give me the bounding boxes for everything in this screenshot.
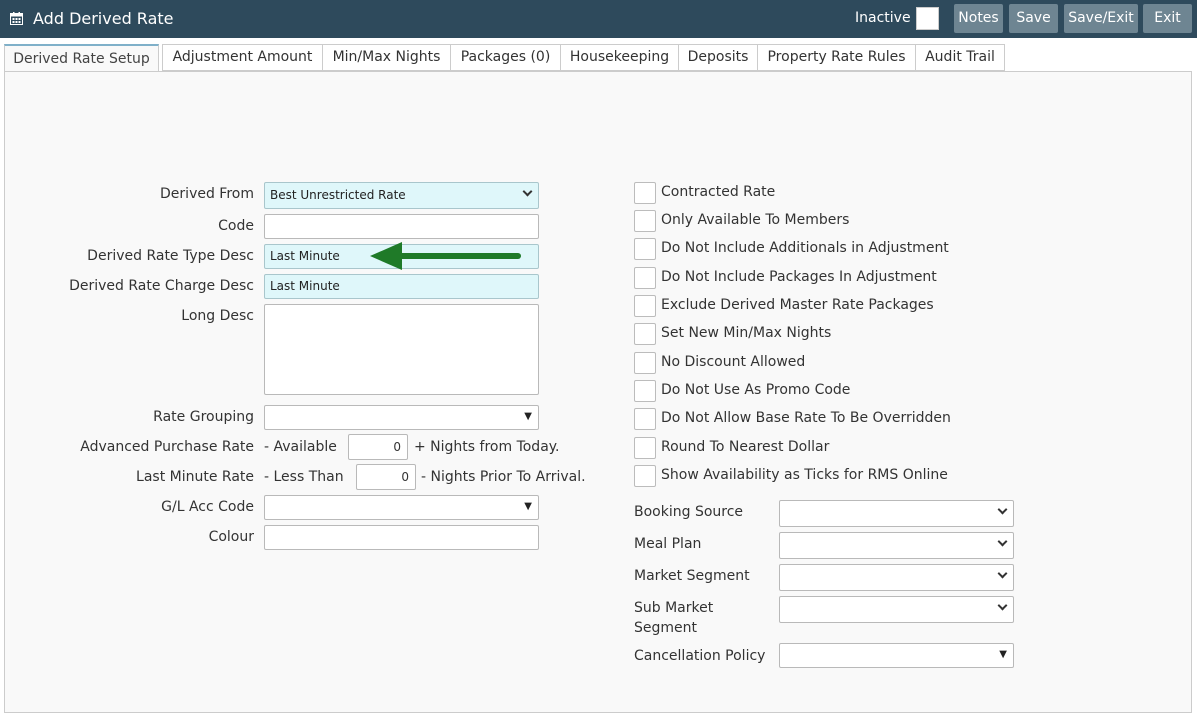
- dropdown-caret-icon: ▼: [524, 411, 532, 422]
- last-minute-suffix: - Nights Prior To Arrival.: [421, 469, 586, 485]
- exclude-master-packages-checkbox[interactable]: [634, 295, 656, 317]
- cancellation-label: Cancellation Policy: [634, 648, 766, 664]
- tab-derived-rate-setup[interactable]: Derived Rate Setup: [4, 44, 159, 73]
- chevron-down-icon: [997, 600, 1008, 611]
- no-discount-label: No Discount Allowed: [661, 354, 806, 370]
- meal-plan-label: Meal Plan: [634, 536, 702, 552]
- tab-packages[interactable]: Packages (0): [450, 44, 561, 71]
- exclude-packages-label: Do Not Include Packages In Adjustment: [661, 269, 937, 285]
- tab-bar: Derived Rate Setup Adjustment Amount Min…: [0, 38, 1197, 73]
- derived-from-value: Best Unrestricted Rate: [270, 188, 406, 202]
- members-only-checkbox[interactable]: [634, 210, 656, 232]
- market-segment-select[interactable]: [779, 564, 1014, 591]
- page-title: Add Derived Rate: [33, 9, 174, 28]
- members-only-label: Only Available To Members: [661, 212, 850, 228]
- tab-min-max-nights[interactable]: Min/Max Nights: [322, 44, 451, 71]
- exclude-additionals-label: Do Not Include Additionals in Adjustment: [661, 240, 949, 256]
- chevron-down-icon: [997, 536, 1008, 547]
- cancellation-policy-select[interactable]: ▼: [779, 643, 1014, 668]
- chevron-down-icon: [997, 568, 1008, 579]
- tab-audit-trail[interactable]: Audit Trail: [915, 44, 1005, 71]
- green-arrow-icon: [370, 242, 521, 270]
- gl-acc-select[interactable]: ▼: [264, 495, 539, 520]
- meal-plan-select[interactable]: [779, 532, 1014, 559]
- exclude-additionals-checkbox[interactable]: [634, 238, 656, 260]
- tab-property-rate-rules[interactable]: Property Rate Rules: [757, 44, 916, 71]
- adv-purchase-nights-input[interactable]: 0: [348, 434, 408, 460]
- save-exit-button[interactable]: Save/Exit: [1064, 4, 1138, 33]
- availability-ticks-label: Show Availability as Ticks for RMS Onlin…: [661, 467, 948, 483]
- sub-market-label-line2: Segment: [634, 620, 697, 636]
- dropdown-caret-icon: ▼: [999, 649, 1007, 660]
- no-override-checkbox[interactable]: [634, 408, 656, 430]
- charge-desc-input[interactable]: Last Minute: [264, 274, 539, 299]
- last-minute-prefix: - Less Than: [264, 469, 344, 485]
- no-promo-checkbox[interactable]: [634, 380, 656, 402]
- sub-market-label-line1: Sub Market: [634, 600, 714, 616]
- no-promo-label: Do Not Use As Promo Code: [661, 382, 851, 398]
- code-label: Code: [218, 218, 254, 234]
- market-segment-label: Market Segment: [634, 568, 750, 584]
- sub-market-segment-select[interactable]: [779, 596, 1014, 623]
- long-desc-textarea[interactable]: [264, 304, 539, 395]
- adv-purchase-label: Advanced Purchase Rate: [80, 439, 254, 455]
- save-button[interactable]: Save: [1009, 4, 1058, 33]
- no-override-label: Do Not Allow Base Rate To Be Overridden: [661, 410, 951, 426]
- booking-source-select[interactable]: [779, 500, 1014, 527]
- long-desc-label: Long Desc: [181, 308, 254, 324]
- inactive-checkbox[interactable]: [916, 7, 939, 30]
- derived-from-select[interactable]: Best Unrestricted Rate: [264, 182, 539, 209]
- chevron-down-icon: [997, 504, 1008, 515]
- tab-housekeeping[interactable]: Housekeeping: [560, 44, 679, 71]
- availability-ticks-checkbox[interactable]: [634, 465, 656, 487]
- inactive-label: Inactive: [855, 10, 911, 26]
- type-desc-label: Derived Rate Type Desc: [87, 248, 254, 264]
- derived-from-label: Derived From: [160, 186, 254, 202]
- no-discount-checkbox[interactable]: [634, 352, 656, 374]
- calendar-icon: [10, 12, 23, 25]
- rate-grouping-select[interactable]: ▼: [264, 405, 539, 430]
- exclude-packages-checkbox[interactable]: [634, 267, 656, 289]
- last-minute-nights-input[interactable]: 0: [356, 464, 416, 490]
- dropdown-caret-icon: ▼: [524, 501, 532, 512]
- colour-label: Colour: [208, 529, 254, 545]
- tab-deposits[interactable]: Deposits: [678, 44, 758, 71]
- exit-button[interactable]: Exit: [1143, 4, 1192, 33]
- charge-desc-label: Derived Rate Charge Desc: [69, 278, 254, 294]
- adv-purchase-prefix: - Available: [264, 439, 337, 455]
- rate-grouping-label: Rate Grouping: [153, 409, 254, 425]
- set-min-max-label: Set New Min/Max Nights: [661, 325, 832, 341]
- tab-adjustment-amount[interactable]: Adjustment Amount: [162, 44, 323, 71]
- adv-purchase-suffix: + Nights from Today.: [414, 439, 560, 455]
- notes-button[interactable]: Notes: [954, 4, 1003, 33]
- exclude-master-packages-label: Exclude Derived Master Rate Packages: [661, 297, 934, 313]
- gl-acc-label: G/L Acc Code: [161, 499, 254, 515]
- set-min-max-checkbox[interactable]: [634, 323, 656, 345]
- round-dollar-label: Round To Nearest Dollar: [661, 439, 830, 455]
- chevron-down-icon: [522, 186, 533, 197]
- code-input[interactable]: [264, 214, 539, 239]
- colour-input[interactable]: [264, 525, 539, 550]
- contracted-rate-label: Contracted Rate: [661, 184, 776, 200]
- last-minute-label: Last Minute Rate: [136, 469, 254, 485]
- round-dollar-checkbox[interactable]: [634, 437, 656, 459]
- contracted-rate-checkbox[interactable]: [634, 182, 656, 204]
- title-bar: Add Derived Rate Inactive Notes Save Sav…: [0, 0, 1197, 38]
- booking-source-label: Booking Source: [634, 504, 744, 520]
